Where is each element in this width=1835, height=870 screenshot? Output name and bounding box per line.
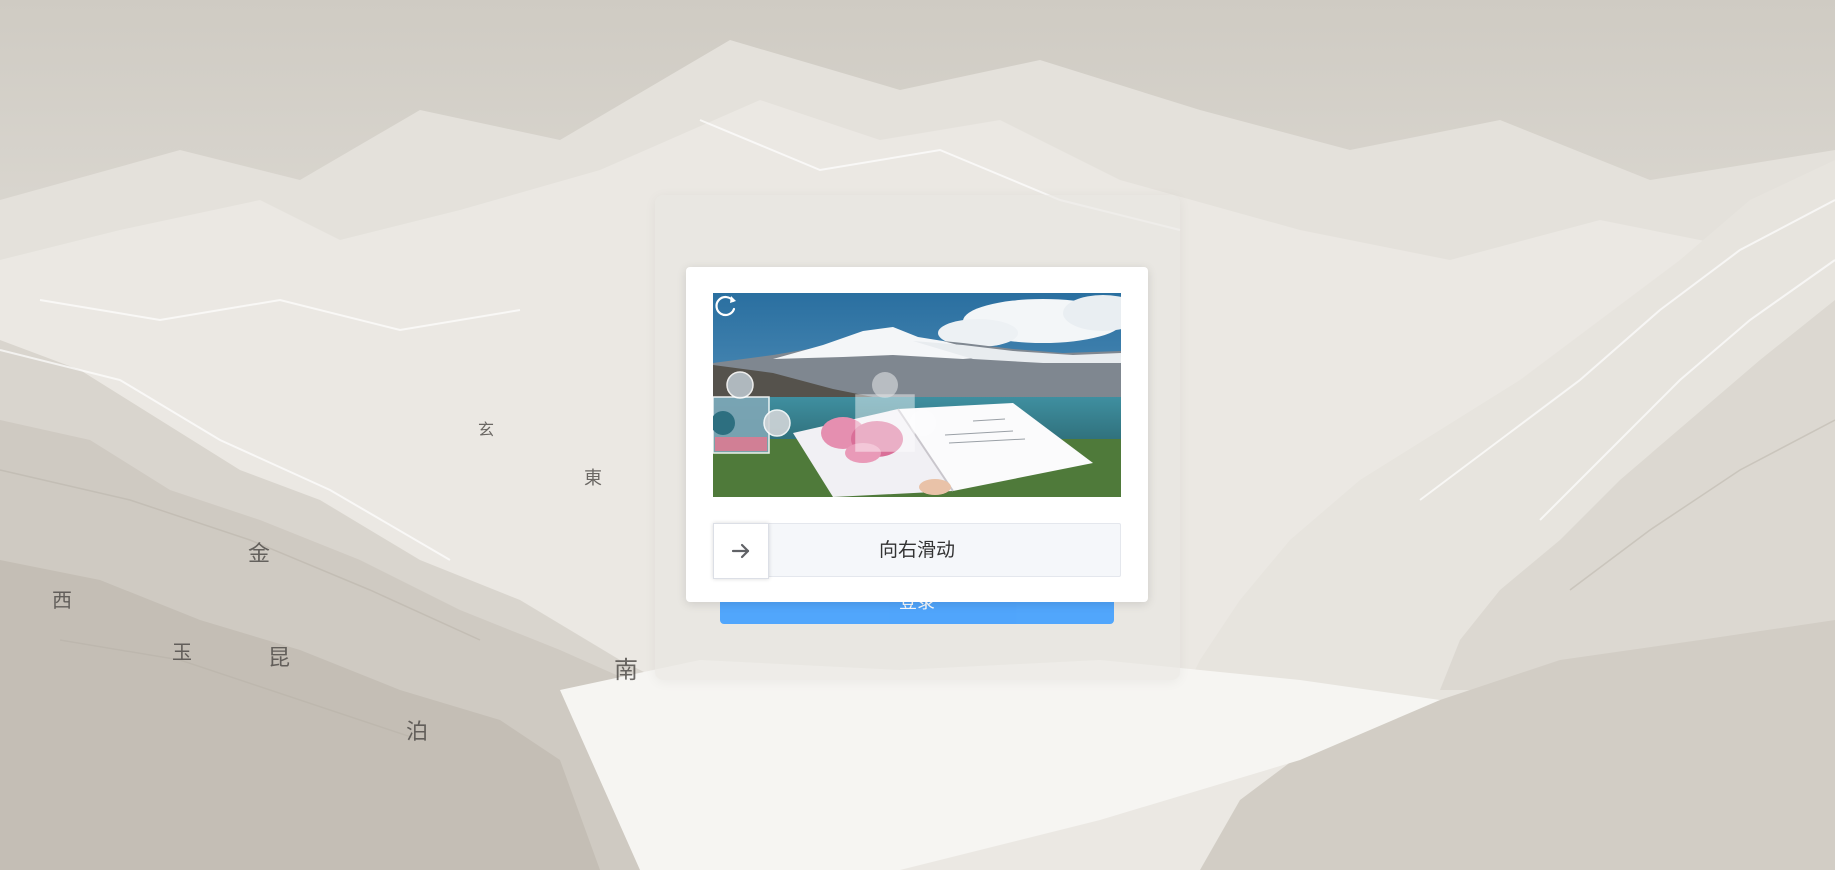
refresh-icon[interactable] (713, 293, 739, 319)
arrow-right-icon (731, 543, 750, 559)
captcha-panel: 向右滑动 (686, 267, 1148, 602)
map-label: 玄 (478, 420, 495, 439)
map-label: 昆 (268, 646, 291, 671)
map-label: 泊 (406, 720, 429, 745)
captcha-image (713, 293, 1121, 497)
map-label: 金 (248, 542, 271, 567)
slider-track: 向右滑动 (713, 523, 1121, 579)
map-label: 玉 (172, 640, 192, 664)
slider-hint-text: 向右滑动 (878, 539, 955, 561)
map-label: 南 (614, 656, 638, 684)
slider-handle[interactable] (713, 523, 769, 579)
map-label: 東 (584, 468, 602, 489)
map-label: 西 (52, 588, 72, 612)
